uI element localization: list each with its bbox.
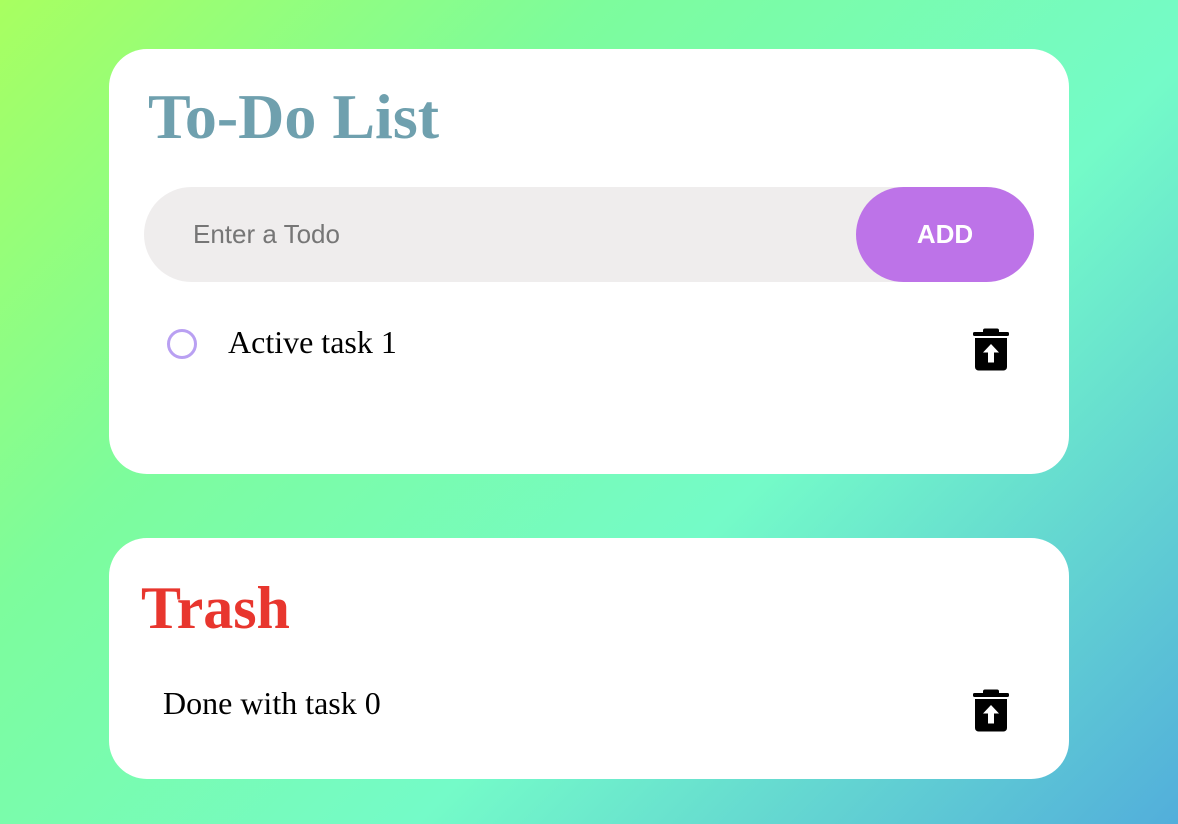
trash-title: Trash xyxy=(141,575,290,641)
task-text: Done with task 0 xyxy=(163,685,381,721)
todo-input-row: ADD xyxy=(144,187,1034,282)
trash-restore-icon[interactable] xyxy=(972,688,1010,732)
todo-input[interactable] xyxy=(144,187,856,282)
trash-list-item: Done with task 0 xyxy=(109,676,1069,736)
trash-card: Trash Done with task 0 xyxy=(109,538,1069,779)
todo-title: To-Do List xyxy=(148,81,440,152)
trash-restore-icon[interactable] xyxy=(972,327,1010,371)
todo-list-item: Active task 1 xyxy=(109,315,1069,375)
todo-card: To-Do List ADD Active task 1 xyxy=(109,49,1069,474)
task-checkbox[interactable] xyxy=(167,329,197,359)
task-text: Active task 1 xyxy=(228,324,397,360)
add-button[interactable]: ADD xyxy=(856,187,1034,282)
